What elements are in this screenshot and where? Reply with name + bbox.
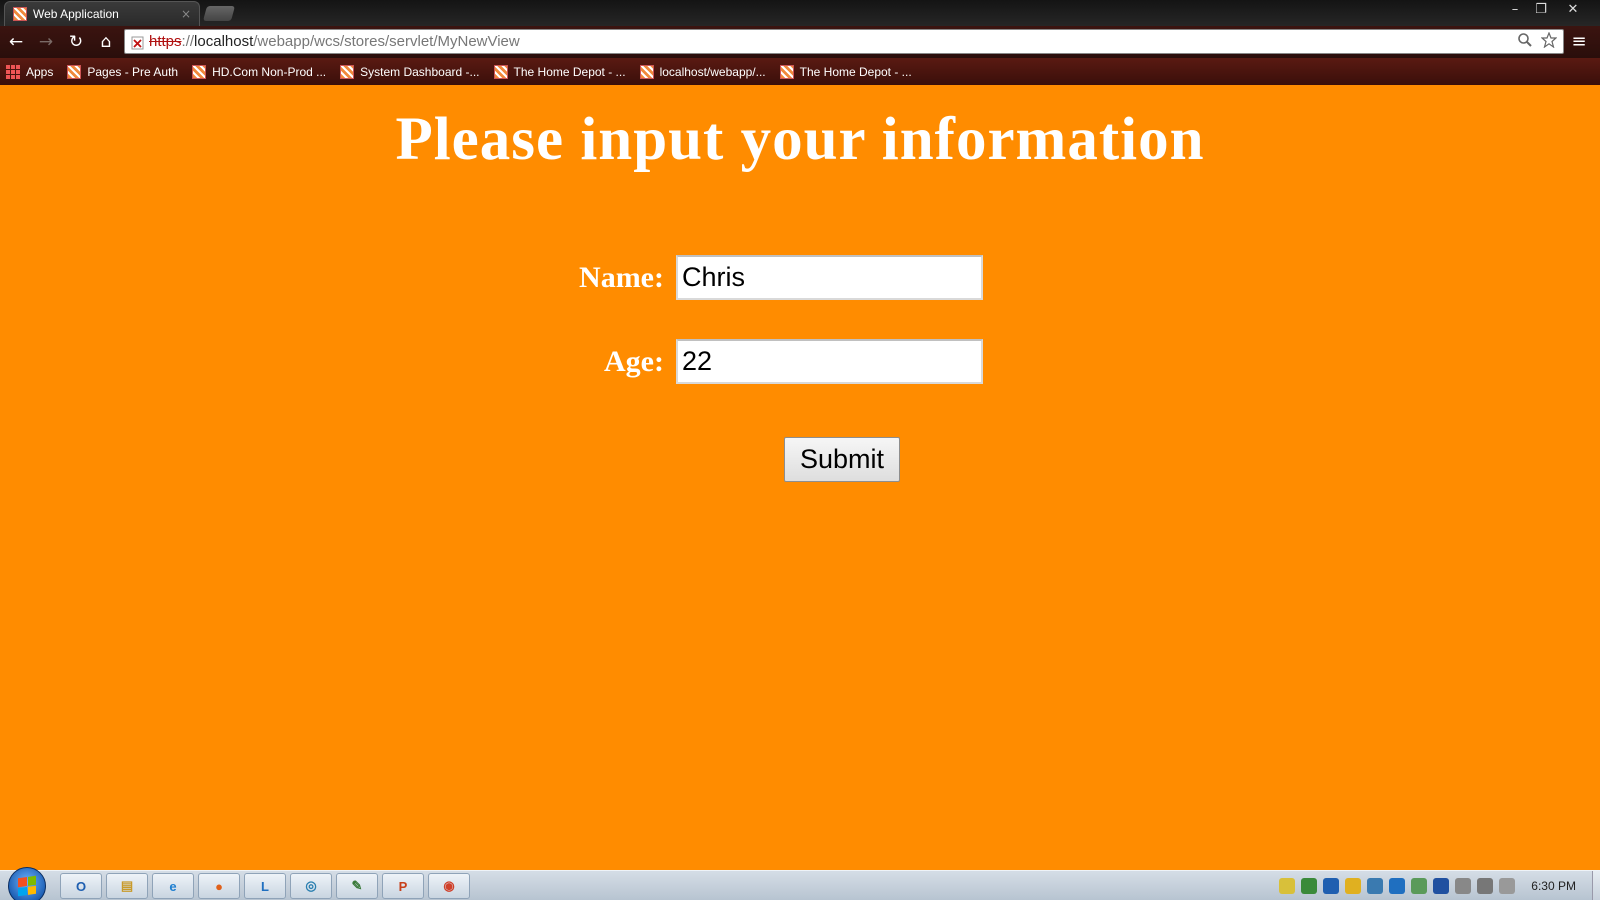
restore-button[interactable]: ❐ [1528, 0, 1554, 18]
url-text: https://localhost/webapp/wcs/stores/serv… [149, 33, 520, 50]
bookmark-item[interactable]: System Dashboard -... [340, 64, 480, 79]
name-label: Name: [579, 260, 664, 294]
bookmark-item[interactable]: The Home Depot - ... [493, 64, 626, 79]
tray-app-icon[interactable] [1279, 878, 1296, 894]
taskbar-app-circle[interactable]: ◎ [290, 873, 332, 899]
age-field[interactable] [676, 339, 983, 384]
tray-security-icon[interactable] [1345, 878, 1362, 894]
bookmark-label: The Home Depot - ... [799, 64, 912, 79]
back-button[interactable]: ← [2, 28, 30, 56]
name-field[interactable] [676, 255, 983, 300]
app-circle-icon: ◎ [305, 878, 317, 893]
apps-grid-icon [6, 64, 20, 79]
home-button[interactable]: ⌂ [92, 28, 120, 56]
homedepot-favicon-icon [340, 64, 355, 79]
zoom-icon[interactable] [1517, 32, 1533, 52]
tab-close-icon[interactable]: × [181, 7, 191, 21]
tray-outlook-icon[interactable] [1323, 878, 1340, 894]
chrome-icon: ◉ [443, 878, 455, 893]
bookmark-item[interactable]: The Home Depot - ... [779, 64, 912, 79]
tab-title: Web Application [33, 7, 119, 21]
browser-chrome: Web Application × – ❐ ✕ ← → ↻ ⌂ https://… [0, 0, 1600, 85]
taskbar-lync[interactable]: L [244, 873, 286, 899]
taskbar-notepad[interactable]: ✎ [336, 873, 378, 899]
homedepot-favicon-icon [13, 7, 27, 21]
insecure-page-icon[interactable] [131, 35, 145, 49]
bookmark-label: Apps [26, 64, 54, 79]
bookmark-label: localhost/webapp/... [659, 64, 766, 79]
bookmark-label: The Home Depot - ... [513, 64, 626, 79]
folder-icon: ▤ [120, 878, 134, 893]
tray-lync-icon[interactable] [1389, 878, 1406, 894]
signal-icon[interactable] [1477, 878, 1494, 894]
notepad-icon: ✎ [351, 878, 363, 893]
age-label: Age: [604, 344, 664, 378]
system-tray: 6:30 PM [1279, 875, 1590, 897]
tray-app-icon[interactable] [1411, 878, 1428, 894]
start-button[interactable] [8, 867, 46, 900]
taskbar-powerpoint[interactable]: P [382, 873, 424, 899]
tab-strip: Web Application × – ❐ ✕ [0, 0, 1600, 26]
tab-web-application[interactable]: Web Application × [4, 1, 200, 26]
outlook-icon: O [75, 878, 87, 894]
taskbar-outlook[interactable]: O [60, 873, 102, 899]
taskbar-clock[interactable]: 6:30 PM [1531, 879, 1576, 893]
taskbar-firefox[interactable]: ● [198, 873, 240, 899]
battery-icon[interactable] [1455, 878, 1472, 894]
chrome-menu-button[interactable]: ≡ [1568, 30, 1590, 52]
url-host: localhost [194, 33, 254, 50]
minimize-button[interactable]: – [1502, 0, 1528, 18]
firefox-icon: ● [215, 878, 223, 894]
address-bar[interactable]: https://localhost/webapp/wcs/stores/serv… [124, 29, 1564, 54]
taskbar-explorer[interactable]: ▤ [106, 873, 148, 899]
bookmark-star-icon[interactable] [1540, 31, 1558, 52]
bookmark-item[interactable]: Pages - Pre Auth [67, 64, 179, 79]
page-heading: Please input your information [395, 106, 1205, 173]
windows-taskbar: O ▤ e ● L ◎ ✎ P ◉ 6:30 PM [0, 867, 1600, 900]
url-path: /webapp/wcs/stores/servlet/MyNewView [253, 33, 520, 50]
tray-app-icon[interactable] [1301, 878, 1318, 894]
volume-icon[interactable] [1499, 878, 1516, 894]
page-content: Please input your information Name: Age:… [0, 85, 1600, 870]
powerpoint-icon: P [398, 878, 408, 894]
tray-network-app-icon[interactable] [1367, 878, 1384, 894]
bookmark-label: System Dashboard -... [360, 64, 480, 79]
reload-button[interactable]: ↻ [62, 28, 90, 56]
bookmark-item[interactable]: localhost/webapp/... [639, 64, 766, 79]
bookmark-item[interactable]: HD.Com Non-Prod ... [192, 64, 327, 79]
windows-logo-icon [18, 875, 36, 897]
taskbar-chrome[interactable]: ◉ [428, 873, 470, 899]
forward-button[interactable]: → [32, 28, 60, 56]
browser-toolbar: ← → ↻ ⌂ https://localhost/webapp/wcs/sto… [0, 26, 1600, 58]
omnibox-actions [1517, 31, 1558, 52]
bluetooth-icon[interactable] [1433, 878, 1450, 894]
lync-icon: L [261, 878, 269, 894]
bookmark-label: Pages - Pre Auth [87, 64, 179, 79]
name-row: Name: [464, 255, 983, 300]
bookmarks-bar: Apps Pages - Pre Auth HD.Com Non-Prod ..… [0, 58, 1600, 85]
internet-explorer-icon: e [169, 878, 177, 894]
homedepot-favicon-icon [493, 64, 508, 79]
url-separator: :// [181, 33, 195, 50]
age-row: Age: [464, 339, 983, 384]
homedepot-favicon-icon [639, 64, 654, 79]
homedepot-favicon-icon [779, 64, 794, 79]
bookmark-apps[interactable]: Apps [6, 64, 54, 79]
bookmark-label: HD.Com Non-Prod ... [212, 64, 327, 79]
submit-button[interactable]: Submit [784, 437, 900, 482]
homedepot-favicon-icon [67, 64, 82, 79]
new-tab-button[interactable] [202, 6, 236, 21]
homedepot-favicon-icon [192, 64, 207, 79]
taskbar-internet-explorer[interactable]: e [152, 873, 194, 899]
url-scheme: https [149, 33, 182, 50]
show-desktop-button[interactable] [1592, 871, 1600, 900]
close-window-button[interactable]: ✕ [1560, 0, 1586, 18]
